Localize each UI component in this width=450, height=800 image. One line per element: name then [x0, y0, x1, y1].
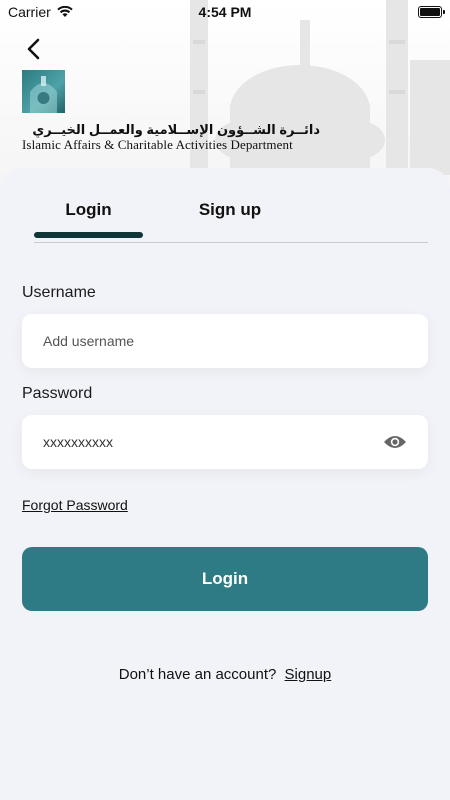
tab-divider: [34, 242, 428, 243]
forgot-password-link[interactable]: Forgot Password: [22, 497, 128, 513]
department-name-arabic: دائــرة الشــؤون الإســلامية والعمــل ال…: [32, 122, 320, 137]
password-field-container: [22, 415, 428, 469]
eye-icon[interactable]: [383, 429, 407, 455]
status-time: 4:54 PM: [198, 4, 252, 20]
department-logo: [22, 70, 65, 113]
signup-prompt-row: Don’t have an account? Signup: [0, 666, 450, 683]
wifi-icon: [57, 6, 73, 17]
signup-prompt-text: Don’t have an account?: [118, 666, 277, 683]
login-button[interactable]: Login: [22, 547, 428, 611]
login-card: [0, 168, 450, 800]
status-bar: Carrier 4:54 PM: [0, 0, 450, 24]
back-button[interactable]: [18, 34, 48, 64]
mosque-emblem-icon: [22, 70, 65, 113]
username-label: Username: [22, 284, 96, 301]
username-input[interactable]: [43, 333, 407, 349]
password-input[interactable]: [43, 434, 383, 450]
department-name-english: Islamic Affairs & Charitable Activities …: [22, 137, 293, 152]
battery-icon: [418, 6, 445, 18]
tab-signup[interactable]: Sign up: [174, 200, 286, 220]
signup-link[interactable]: Signup: [285, 666, 332, 683]
password-label: Password: [22, 385, 93, 402]
active-tab-indicator: [34, 232, 143, 238]
carrier-label: Carrier: [8, 4, 51, 20]
chevron-left-icon: [27, 38, 40, 60]
auth-tabs: Login Sign up: [34, 200, 428, 244]
username-field-container: [22, 314, 428, 368]
tab-login[interactable]: Login: [34, 200, 143, 220]
